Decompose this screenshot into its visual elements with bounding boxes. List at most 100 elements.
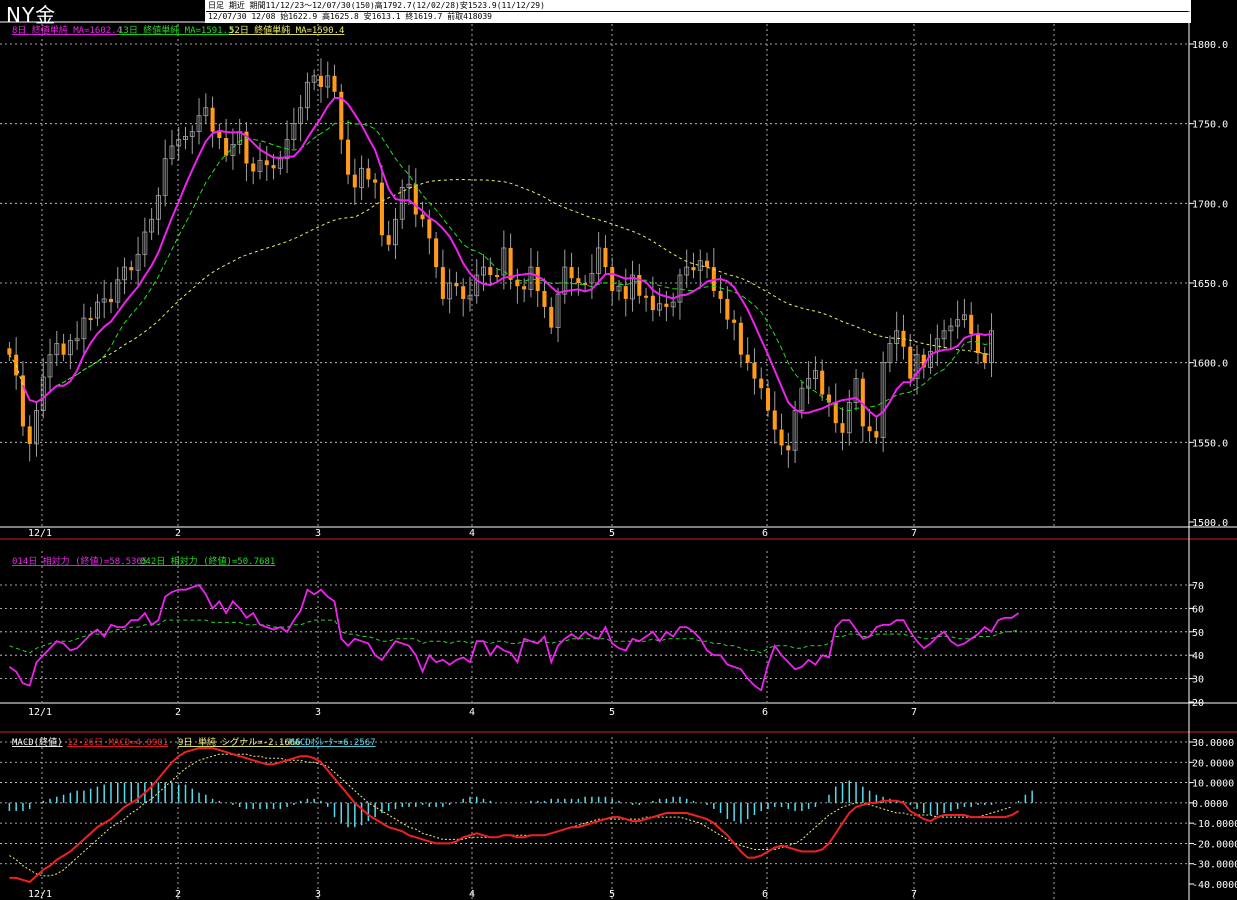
- candle-body-bear: [745, 354, 750, 363]
- rsi-tick-label: 30: [1192, 675, 1204, 686]
- macd-legend-item: 12-26日 MACD=4.0901: [67, 737, 168, 748]
- rsi-x-tick-label: 5: [609, 707, 615, 718]
- candle-body-bear: [352, 174, 357, 188]
- rsi-tick-label: 50: [1192, 628, 1204, 639]
- macd-tick-label: 30.0000: [1192, 738, 1234, 749]
- candle-body-bear: [461, 286, 466, 299]
- price-panel: [7, 58, 994, 468]
- macd-x-tick-label: 12/1: [28, 889, 52, 900]
- price-x-tick-label: 2: [175, 528, 181, 539]
- macd-legend-item: 9日 単純 シグナル=-2.1666: [178, 736, 301, 748]
- candle-body-bear: [386, 235, 391, 245]
- price-tick-label: 1550.0: [1192, 438, 1228, 449]
- candle-body-bear: [752, 362, 757, 379]
- candle-body-bear: [867, 426, 872, 432]
- rsi-x-tick-label: 12/1: [28, 707, 52, 718]
- candle-body-bear: [434, 238, 439, 268]
- candle-body-bear: [488, 267, 493, 276]
- macd-x-tick-label: 2: [175, 889, 181, 900]
- price-x-tick-label: 7: [911, 528, 917, 539]
- candle-body-bear: [413, 184, 418, 215]
- macd-panel: [8, 747, 1033, 884]
- rsi-tick-label: 60: [1192, 604, 1204, 615]
- candle-body-bear: [820, 370, 825, 395]
- candle-body-bear: [61, 343, 66, 355]
- legends: 8日 終値単純 MA=1602.413日 終値単純 MA=1591.352日 終…: [12, 24, 376, 748]
- rsi-tick-label: 20: [1192, 698, 1204, 709]
- candle-body-bear: [975, 333, 981, 354]
- candle-body-bear: [840, 423, 845, 433]
- candle-body-bear: [603, 247, 608, 268]
- candle-body-bear: [732, 319, 737, 323]
- price-tick-label: 1700.0: [1192, 199, 1228, 210]
- price-tick-label: 1500.0: [1192, 518, 1228, 529]
- signal-line: [9, 753, 1012, 877]
- candle-body-bear: [623, 286, 628, 299]
- price-legend-item: 52日 終値単純 MA=1590.4: [229, 24, 344, 36]
- macd-x-tick-label: 4: [469, 889, 475, 900]
- candle-body-bear: [515, 279, 520, 287]
- macd-tick-label: -40.0000: [1192, 880, 1237, 891]
- candle-body-bear: [522, 286, 527, 290]
- rsi-x-tick-label: 6: [762, 707, 768, 718]
- price-legend-item: 8日 終値単純 MA=1602.4: [12, 24, 122, 36]
- candle-body-bear: [271, 165, 276, 169]
- rsi-tick-label: 70: [1192, 581, 1204, 592]
- candle-body-bear: [129, 267, 134, 271]
- candle-body-bear: [644, 295, 649, 298]
- candle-body-bear: [27, 426, 32, 444]
- price-legend-item: 13日 終値単純 MA=1591.3: [118, 24, 233, 36]
- ma13-line: [36, 120, 992, 412]
- candle-body-bear: [664, 303, 669, 307]
- macd-x-tick-label: 7: [911, 889, 917, 900]
- candle-body-bear: [786, 445, 791, 451]
- macd-x-tick-label: 6: [762, 889, 768, 900]
- candle-body-bear: [765, 388, 771, 411]
- candle-body-bear: [969, 314, 974, 334]
- macd-tick-label: 0.0000: [1192, 799, 1228, 810]
- candle-body-bear: [908, 346, 913, 379]
- candle-body-bear: [610, 267, 615, 291]
- candle-body-bear: [718, 290, 723, 299]
- candle-body-bear: [454, 283, 459, 287]
- rsi-legend-item: 014日 相対力 (終値)=58.5365: [12, 555, 147, 567]
- rsi-x-tick-label: 2: [175, 707, 181, 718]
- candle-body-bear: [738, 322, 743, 355]
- macd-tick-label: 10.0000: [1192, 779, 1234, 790]
- macd-tick-label: 20.0000: [1192, 758, 1234, 769]
- candle-body-bear: [217, 131, 222, 139]
- rsi-tick-label: 40: [1192, 651, 1204, 662]
- candle-body-bear: [20, 375, 25, 427]
- candle-body-bear: [508, 247, 513, 280]
- macd-tick-label: -30.0000: [1192, 860, 1237, 871]
- candle-body-bear: [332, 75, 337, 92]
- price-tick-label: 1650.0: [1192, 279, 1228, 290]
- macd-legend-item: MACD(終値): [12, 736, 63, 748]
- candle-body-bear: [420, 214, 425, 220]
- price-x-tick-label: 5: [609, 528, 615, 539]
- price-tick-label: 1800.0: [1192, 40, 1228, 51]
- rsi-x-tick-label: 4: [469, 707, 475, 718]
- candle-body-bear: [759, 378, 764, 389]
- candle-body-bear: [705, 260, 710, 268]
- candle-body-bear: [251, 163, 256, 172]
- stock-chart[interactable]: 1800.0 1750.0 1700.0 1650.0 1600.0 1550.0 1500…: [0, 0, 1237, 900]
- macd-x-tick-label: 3: [315, 889, 321, 900]
- candle-body-bear: [373, 179, 378, 183]
- candle-body-bear: [495, 275, 500, 278]
- macd-line: [9, 747, 1020, 884]
- candle-body-bear: [366, 168, 371, 180]
- candle-body-bear: [108, 298, 114, 303]
- price-x-tick-label: 3: [315, 528, 321, 539]
- candle-body-bear: [725, 298, 730, 320]
- candle-body-bear: [779, 429, 784, 446]
- candle-body-bear: [982, 353, 987, 363]
- axis-labels: 1800.0 1750.0 1700.0 1650.0 1600.0 1550.0 1500…: [28, 40, 1237, 900]
- price-tick-label: 1600.0: [1192, 359, 1228, 370]
- candle-body-bear: [772, 410, 777, 430]
- candle-body-bear: [264, 160, 269, 166]
- rsi-panel: [8, 583, 1020, 692]
- candle-body-bear: [379, 182, 384, 236]
- candle-body-bear: [650, 295, 655, 311]
- candle-body-bear: [542, 290, 547, 307]
